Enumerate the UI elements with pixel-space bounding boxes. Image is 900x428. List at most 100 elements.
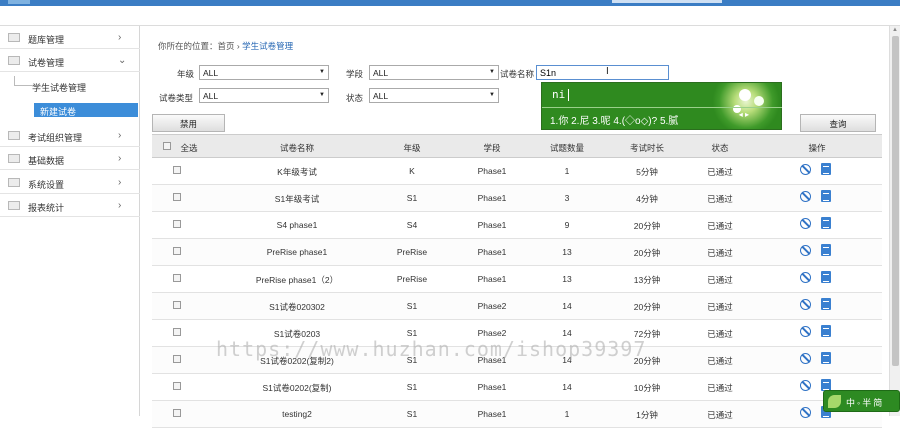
disable-action-icon[interactable] xyxy=(800,164,811,175)
paper-name-input[interactable]: S1n xyxy=(536,65,669,80)
header-strip xyxy=(0,6,900,26)
query-button[interactable]: 查询 xyxy=(800,114,876,132)
ime-pinyin-text: ni xyxy=(552,88,570,101)
cell-question-count: 13 xyxy=(562,247,572,257)
menu-folder-icon xyxy=(8,201,20,210)
ime-candidate-window[interactable]: ni 1.你 2.尼 3.呢 4.(◇o◇)? 5.腻 ◂ ▸ xyxy=(541,82,782,130)
disable-action-icon[interactable] xyxy=(800,326,811,337)
cell-phase: Phase2 xyxy=(477,301,507,311)
copy-action-icon[interactable] xyxy=(819,298,831,314)
table-row[interactable]: S4 phase1 S4 Phase1 9 20分钟 已通过 xyxy=(152,212,882,239)
cell-duration: 20分钟 xyxy=(633,302,661,312)
sidebar-subitem-new-paper[interactable]: 新建试卷 xyxy=(34,103,138,117)
cell-paper-name: testing2 xyxy=(282,409,312,419)
disable-action-icon[interactable] xyxy=(800,380,811,391)
sidebar-item-base-data[interactable]: 基础数据 › xyxy=(0,148,140,170)
table-row[interactable]: S1试卷0202(复制) S1 Phase1 14 10分钟 已通过 xyxy=(152,374,882,401)
sidebar-item-label: 系统设置 xyxy=(28,180,65,190)
phase-select[interactable]: ALL ▼ xyxy=(369,65,499,80)
breadcrumb-current[interactable]: 学生试卷管理 xyxy=(242,41,293,51)
sidebar-item-reports[interactable]: 报表统计 › xyxy=(0,195,140,217)
disable-button[interactable]: 禁用 xyxy=(152,114,225,132)
cell-status: 已通过 xyxy=(707,248,733,258)
grade-select-value: ALL xyxy=(203,68,219,78)
cell-question-count: 1 xyxy=(564,409,570,419)
sidebar-item-label: 题库管理 xyxy=(28,35,65,45)
ime-candidates[interactable]: 1.你 2.尼 3.呢 4.(◇o◇)? 5.腻 xyxy=(550,112,678,127)
cell-duration: 1分钟 xyxy=(636,410,658,420)
disable-action-icon[interactable] xyxy=(800,407,811,418)
cell-phase: Phase1 xyxy=(477,166,507,176)
copy-action-icon[interactable] xyxy=(819,244,831,260)
disable-action-icon[interactable] xyxy=(800,218,811,229)
row-checkbox[interactable] xyxy=(173,355,181,363)
cell-question-count: 9 xyxy=(564,220,570,230)
scrollbar-thumb[interactable] xyxy=(892,36,899,366)
disable-action-icon[interactable] xyxy=(800,299,811,310)
row-checkbox[interactable] xyxy=(173,328,181,336)
dropdown-arrow-icon: ▼ xyxy=(319,69,325,75)
sidebar-item-settings[interactable]: 系统设置 › xyxy=(0,172,140,194)
row-checkbox[interactable] xyxy=(173,220,181,228)
scroll-up-icon[interactable]: ▲ xyxy=(892,27,898,33)
sidebar-item-exam-org[interactable]: 考试组织管理 › xyxy=(0,125,140,147)
table-row[interactable]: PreRise phase1 PreRise Phase1 13 20分钟 已通过 xyxy=(152,239,882,266)
copy-action-icon[interactable] xyxy=(819,163,831,179)
copy-action-icon[interactable] xyxy=(819,271,831,287)
copy-action-icon[interactable] xyxy=(819,217,831,233)
row-checkbox[interactable] xyxy=(173,274,181,282)
table-row[interactable]: PreRise phase1（2） PreRise Phase1 13 13分钟 已通过 xyxy=(152,266,882,293)
vertical-scrollbar[interactable]: ▲ xyxy=(889,26,900,416)
row-checkbox[interactable] xyxy=(173,166,181,174)
cell-phase: Phase1 xyxy=(477,247,507,257)
ime-page-arrows-icon[interactable]: ◂ ▸ xyxy=(739,110,749,119)
cell-question-count: 14 xyxy=(562,382,572,392)
chevron-down-icon: ⌄ xyxy=(118,55,127,66)
cell-paper-name: S1试卷020302 xyxy=(269,302,325,312)
sidebar-subitem-student-papers[interactable]: 学生试卷管理 xyxy=(0,76,140,96)
watermark: https://www.huzhan.com/ishop39397 xyxy=(216,337,647,361)
breadcrumb: 你所在的位置：首页 › 学生试卷管理 xyxy=(158,40,293,52)
phase-label: 学段 xyxy=(346,69,364,79)
row-checkbox[interactable] xyxy=(173,193,181,201)
cell-question-count: 14 xyxy=(562,301,572,311)
table-header: 全选 试卷名称 年级 学段 试题数量 考试时长 状态 操作 xyxy=(152,134,882,158)
status-select-value: ALL xyxy=(373,91,389,101)
cell-grade: S1 xyxy=(406,301,418,311)
row-checkbox[interactable] xyxy=(173,382,181,390)
copy-action-icon[interactable] xyxy=(819,325,831,341)
grade-select[interactable]: ALL ▼ xyxy=(199,65,329,80)
table-row[interactable]: S1年级考试 S1 Phase1 3 4分钟 已通过 xyxy=(152,185,882,212)
header-status: 状态 xyxy=(711,143,729,153)
top-logo-strip xyxy=(8,0,30,4)
copy-action-icon[interactable] xyxy=(819,352,831,368)
tree-connector xyxy=(14,76,32,86)
sidebar-item-label: 试卷管理 xyxy=(28,58,65,68)
disable-action-icon[interactable] xyxy=(800,353,811,364)
status-label: 状态 xyxy=(346,93,364,103)
sidebar: 题库管理 › 试卷管理 ⌄ 学生试卷管理 考试组织管理 › 基础数据 › 系统设… xyxy=(0,26,140,416)
table-row[interactable]: K年级考试 K Phase1 1 5分钟 已通过 xyxy=(152,158,882,185)
copy-action-icon[interactable] xyxy=(819,190,831,206)
select-all-checkbox[interactable] xyxy=(163,142,171,150)
sidebar-item-question-bank[interactable]: 题库管理 › xyxy=(0,27,140,49)
disable-action-icon[interactable] xyxy=(800,191,811,202)
sidebar-item-paper-management[interactable]: 试卷管理 ⌄ xyxy=(0,50,140,72)
header-paper-name: 试卷名称 xyxy=(279,143,314,153)
cell-phase: Phase1 xyxy=(477,274,507,284)
row-checkbox[interactable] xyxy=(173,247,181,255)
table-row[interactable]: testing2 S1 Phase1 1 1分钟 已通过 xyxy=(152,401,882,428)
chevron-right-icon: › xyxy=(118,130,122,141)
sidebar-item-label: 考试组织管理 xyxy=(28,133,83,143)
disable-action-icon[interactable] xyxy=(800,272,811,283)
header-duration: 考试时长 xyxy=(629,143,664,153)
row-checkbox[interactable] xyxy=(173,301,181,309)
status-select[interactable]: ALL ▼ xyxy=(369,88,499,103)
ime-status-text: 中◦半简 xyxy=(846,398,885,408)
ime-status-bar[interactable]: 中◦半简 xyxy=(823,390,900,412)
disable-action-icon[interactable] xyxy=(800,245,811,256)
cell-status: 已通过 xyxy=(707,167,733,177)
paper-type-select[interactable]: ALL ▼ xyxy=(199,88,329,103)
paper-name-label: 试卷名称 xyxy=(500,69,535,79)
table-row[interactable]: S1试卷020302 S1 Phase2 14 20分钟 已通过 xyxy=(152,293,882,320)
